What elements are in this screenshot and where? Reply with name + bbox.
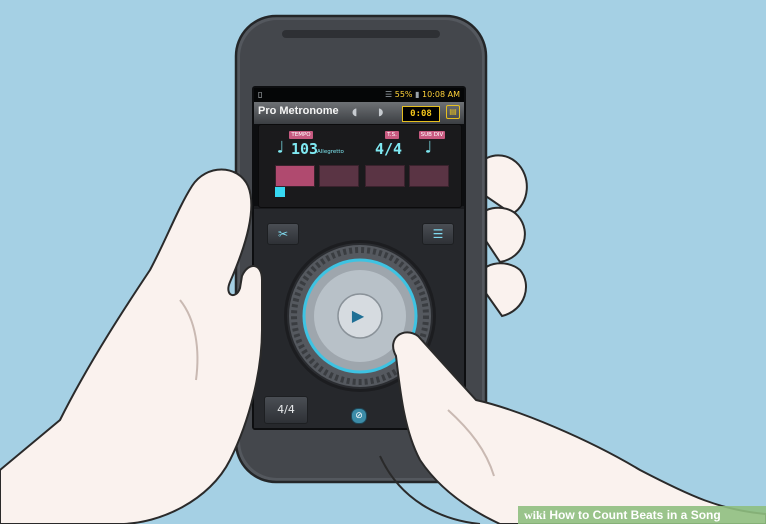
battery-level: 55% [394, 90, 413, 99]
sound-icon[interactable]: ◗ [378, 107, 383, 118]
time-sig-label: T.S. [385, 131, 399, 139]
tempo-label: TEMPO [289, 131, 313, 139]
status-bar: ▯ ☰ 55% ▮ 10:08 AM [254, 88, 464, 102]
time-sig-button[interactable]: 4/4 [264, 396, 308, 424]
beat-indicator-2 [319, 165, 359, 187]
beat-indicator-1 [275, 165, 315, 187]
sd-card-icon: ▯ [258, 90, 263, 99]
time-sig-value[interactable]: 4/4 [375, 140, 402, 158]
beat-progress-marker [275, 187, 285, 197]
battery-icon: ▮ [415, 90, 420, 99]
quarter-note-icon: ♩ [275, 138, 286, 158]
watermark-brand: wiki [524, 508, 547, 522]
tap-icon: ✂ [277, 227, 289, 241]
app-toolbar: Pro Metronome ◖ ◗ 0:08 ▤ [254, 102, 464, 124]
settings-icon[interactable]: ▤ [446, 105, 460, 119]
watermark: wiki How to Count Beats in a Song [524, 506, 721, 524]
tap-tempo-button[interactable]: ✂ [267, 223, 299, 245]
status-indicators: ☰ 55% ▮ 10:08 AM [385, 88, 460, 102]
signal-icon: ☰ [385, 90, 395, 99]
list-icon: ☰ [432, 227, 444, 241]
session-timer: 0:08 [402, 106, 440, 122]
tempo-name: Allegretto [317, 149, 344, 155]
play-icon: ▶ [351, 306, 365, 325]
illustration-background [0, 0, 766, 524]
beat-indicator-3 [365, 165, 405, 187]
volume-icon[interactable]: ◖ [352, 107, 357, 118]
app-title: Pro Metronome [258, 105, 339, 117]
scene: ▯ ☰ 55% ▮ 10:08 AM Pro Metronome ◖ ◗ 0:0… [0, 0, 766, 524]
metronome-display: TEMPO T.S. SUB DIV ♩ 103 Allegretto 4/4 … [258, 124, 462, 208]
beat-indicator-4 [409, 165, 449, 187]
subdiv-note-icon[interactable]: ♩ [423, 138, 433, 158]
tempo-value[interactable]: 103 [291, 140, 318, 158]
clock: 10:08 AM [422, 90, 460, 99]
brand-logo-icon[interactable]: ⊘ [351, 408, 367, 424]
menu-button[interactable]: ☰ [422, 223, 454, 245]
watermark-text: How to Count Beats in a Song [549, 508, 721, 522]
play-button[interactable]: ▶ [346, 304, 370, 328]
